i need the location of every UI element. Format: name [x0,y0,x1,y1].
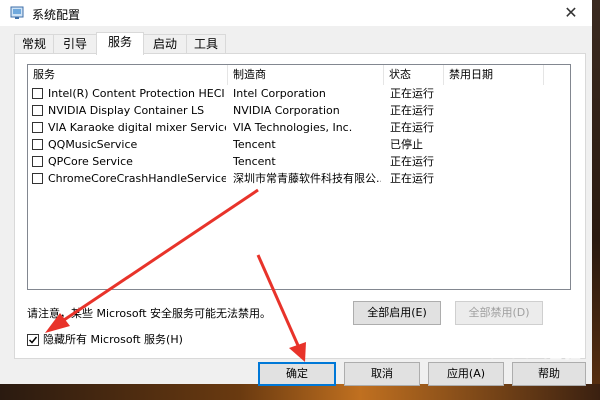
service-name: QQMusicService [48,138,138,151]
tab-general[interactable]: 常规 [14,34,54,53]
service-checkbox[interactable] [32,122,43,133]
services-panel: 服务 制造商 状态 禁用日期 Intel(R) Content Protecti… [14,53,586,359]
service-manufacturer: Tencent [233,155,276,168]
service-name: Intel(R) Content Protection HECI ... [48,87,226,100]
service-manufacturer: VIA Technologies, Inc. [233,121,353,134]
service-manufacturer: Tencent [233,138,276,151]
close-icon: ✕ [564,3,578,22]
close-button[interactable]: ✕ [560,2,582,24]
tab-services[interactable]: 服务 [96,32,144,55]
service-status: 正在运行 [390,155,434,168]
service-checkbox[interactable] [32,156,43,167]
column-header-disabled-date[interactable]: 禁用日期 [444,65,544,85]
services-list: 服务 制造商 状态 禁用日期 Intel(R) Content Protecti… [27,64,571,290]
service-manufacturer: NVIDIA Corporation [233,104,340,117]
tab-boot[interactable]: 引导 [53,34,97,53]
enable-all-button[interactable]: 全部启用(E) [353,301,441,325]
service-checkbox[interactable] [32,139,43,150]
service-status: 正在运行 [390,121,434,134]
table-row[interactable]: QQMusicService Tencent 已停止 [28,136,570,153]
desktop-background-right [592,0,600,400]
service-status: 已停止 [390,138,423,151]
service-checkbox[interactable] [32,173,43,184]
apply-button[interactable]: 应用(A) [428,362,504,386]
tab-startup[interactable]: 启动 [143,34,187,53]
service-name: NVIDIA Display Container LS [48,104,205,117]
ok-button[interactable]: 确定 [258,362,336,386]
service-manufacturer: 深圳市常青藤软件科技有限公... [233,172,381,185]
tab-tools[interactable]: 工具 [186,34,226,53]
table-row[interactable]: QPCore Service Tencent 正在运行 [28,153,570,170]
hide-microsoft-label: 隐藏所有 Microsoft 服务(H) [43,333,183,346]
service-manufacturer: Intel Corporation [233,87,326,100]
system-config-icon [10,6,24,19]
service-checkbox[interactable] [32,105,43,116]
help-button[interactable]: 帮助 [512,362,586,386]
disable-all-button[interactable]: 全部禁用(D) [455,301,543,325]
window-title: 系统配置 [32,8,81,22]
column-header-status[interactable]: 状态 [384,65,444,85]
service-checkbox[interactable] [32,88,43,99]
service-name: ChromeCoreCrashHandleService [48,172,226,185]
security-note: 请注意，某些 Microsoft 安全服务可能无法禁用。 [27,307,272,320]
system-config-window: 系统配置 ✕ 常规 引导 服务 启动 工具 服务 制造商 状态 禁用日期 Int… [0,0,600,400]
column-header-service[interactable]: 服务 [28,65,228,85]
desktop-background-bottom [0,384,600,400]
baidu-watermark: Baidu 经验 [473,342,582,363]
cancel-button[interactable]: 取消 [344,362,420,386]
table-row[interactable]: NVIDIA Display Container LS NVIDIA Corpo… [28,102,570,119]
title-bar: 系统配置 ✕ [0,0,592,26]
column-header-manufacturer[interactable]: 制造商 [228,65,384,85]
service-status: 正在运行 [390,87,434,100]
table-row[interactable]: ChromeCoreCrashHandleService 深圳市常青藤软件科技有… [28,170,570,187]
table-row[interactable]: Intel(R) Content Protection HECI ... Int… [28,85,570,102]
service-name: VIA Karaoke digital mixer Service [48,121,226,134]
checkmark-icon [28,336,38,344]
service-status: 正在运行 [390,172,434,185]
table-row[interactable]: VIA Karaoke digital mixer Service VIA Te… [28,119,570,136]
hide-microsoft-checkbox[interactable] [27,334,39,346]
service-status: 正在运行 [390,104,434,117]
service-name: QPCore Service [48,155,133,168]
